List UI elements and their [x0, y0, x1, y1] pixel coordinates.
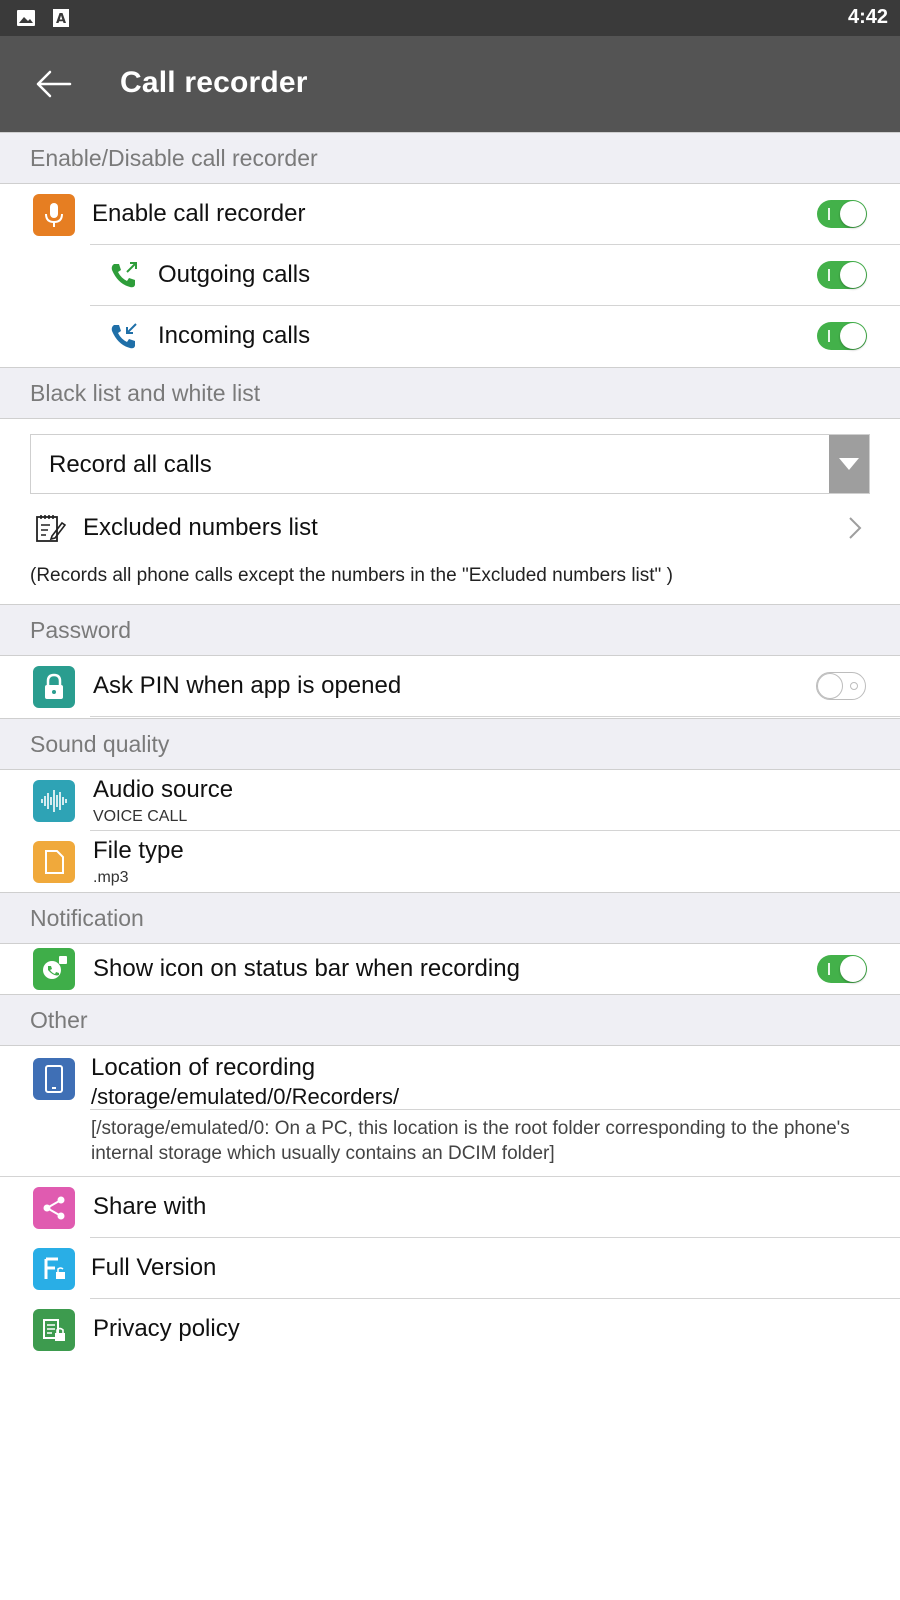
page-title: Call recorder	[120, 66, 308, 99]
location-description-line1: [/storage/emulated/0: On a PC, this loca…	[91, 1118, 850, 1139]
audio-source-value: VOICE CALL	[93, 808, 188, 825]
status-icon-toggle[interactable]	[817, 955, 867, 983]
ask-pin-label: Ask PIN when app is opened	[93, 672, 402, 699]
microphone-icon	[33, 194, 75, 236]
outgoing-calls-label: Outgoing calls	[158, 261, 311, 288]
share-icon	[33, 1187, 75, 1229]
arrow-back-icon[interactable]	[32, 64, 76, 104]
status-icon-label: Show icon on status bar when recording	[93, 955, 520, 982]
section-header-other: Other	[0, 994, 900, 1046]
image-icon	[16, 8, 36, 33]
section-header-password: Password	[0, 604, 900, 656]
record-mode-select[interactable]: Record all calls	[30, 434, 870, 494]
share-with-row[interactable]: Share with	[0, 1177, 900, 1238]
privacy-policy-row[interactable]: Privacy policy	[0, 1299, 900, 1360]
full-version-label: Full Version	[91, 1254, 217, 1281]
enable-call-recorder-toggle[interactable]	[817, 200, 867, 228]
file-type-value: .mp3	[93, 869, 129, 886]
divider	[90, 1109, 900, 1110]
phone-storage-icon	[33, 1058, 75, 1100]
notepad-edit-icon	[34, 512, 67, 549]
share-with-label: Share with	[93, 1193, 207, 1220]
full-version-row[interactable]: Full Version	[0, 1238, 900, 1299]
location-description-line2: internal storage which usually contains …	[91, 1143, 555, 1164]
location-label: Location of recording	[91, 1054, 316, 1081]
outgoing-call-icon	[108, 259, 140, 296]
excluded-numbers-row[interactable]: Excluded numbers list	[0, 500, 900, 556]
file-type-label: File type	[93, 837, 184, 864]
excluded-note: (Records all phone calls except the numb…	[30, 565, 673, 586]
clock: 4:42	[847, 6, 888, 28]
divider	[90, 716, 900, 717]
location-row[interactable]: Location of recording /storage/emulated/…	[0, 1046, 900, 1176]
status-bar: A 4:42	[0, 0, 900, 36]
notification-icon	[33, 948, 75, 990]
section-header-enable: Enable/Disable call recorder	[0, 132, 900, 184]
a-keyboard-icon: A	[52, 8, 70, 33]
incoming-call-icon	[108, 320, 140, 357]
privacy-policy-label: Privacy policy	[93, 1315, 240, 1342]
outgoing-calls-row[interactable]: Outgoing calls	[0, 245, 900, 306]
audio-source-row[interactable]: Audio source VOICE CALL	[0, 770, 900, 831]
section-header-lists: Black list and white list	[0, 367, 900, 419]
enable-call-recorder-row[interactable]: Enable call recorder	[0, 184, 900, 245]
incoming-calls-row[interactable]: Incoming calls	[0, 306, 900, 367]
file-icon	[33, 841, 75, 883]
file-type-row[interactable]: File type .mp3	[0, 831, 900, 892]
outgoing-calls-toggle[interactable]	[817, 261, 867, 289]
dropdown-arrow-icon[interactable]	[829, 435, 869, 493]
ask-pin-row[interactable]: Ask PIN when app is opened	[0, 656, 900, 717]
record-mode-value: Record all calls	[49, 451, 212, 478]
section-header-sound: Sound quality	[0, 718, 900, 770]
ask-pin-toggle[interactable]	[816, 672, 866, 700]
incoming-calls-toggle[interactable]	[817, 322, 867, 350]
full-version-icon	[33, 1248, 75, 1290]
chevron-right-icon	[848, 516, 862, 545]
incoming-calls-label: Incoming calls	[158, 322, 311, 349]
audio-wave-icon	[33, 780, 75, 822]
privacy-icon	[33, 1309, 75, 1351]
audio-source-label: Audio source	[93, 776, 234, 803]
app-toolbar: Call recorder	[0, 36, 900, 132]
location-path: /storage/emulated/0/Recorders/	[91, 1084, 400, 1109]
enable-call-recorder-label: Enable call recorder	[92, 200, 306, 227]
lock-icon	[33, 666, 75, 708]
status-icon-row[interactable]: Show icon on status bar when recording	[0, 944, 900, 994]
excluded-numbers-label: Excluded numbers list	[83, 514, 318, 541]
section-header-notification: Notification	[0, 892, 900, 944]
svg-text:A: A	[56, 12, 66, 27]
